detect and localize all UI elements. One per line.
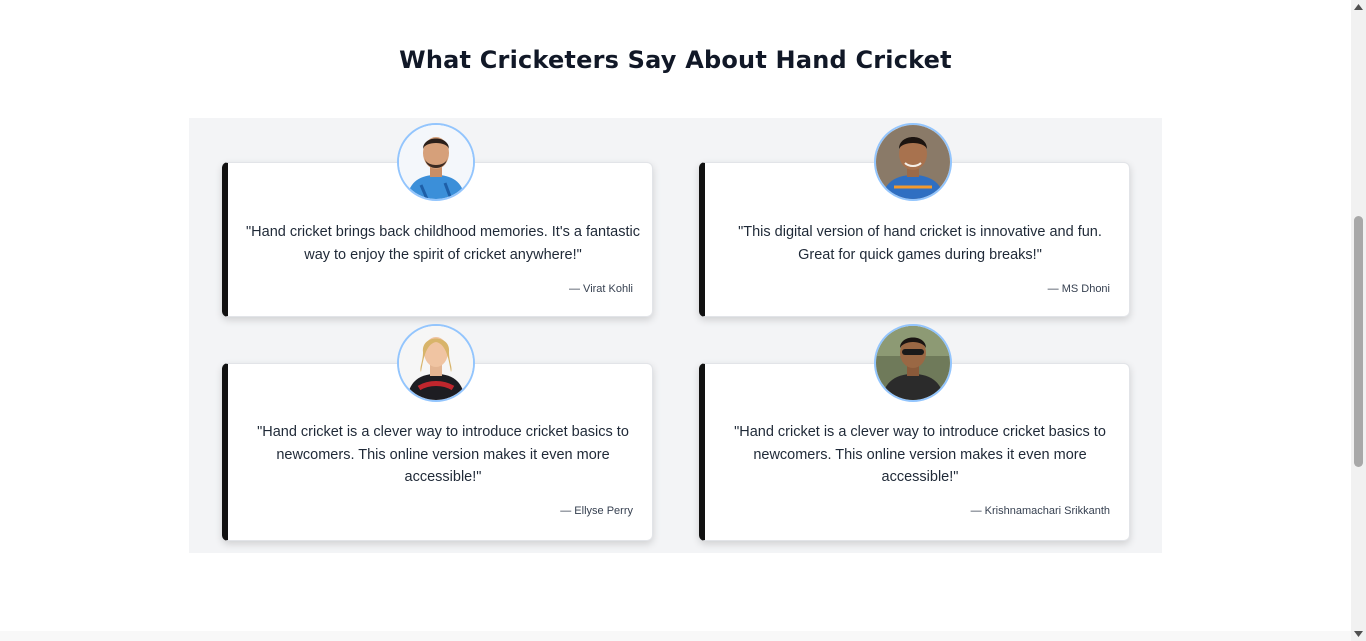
testimonial-quote: "This digital version of hand cricket is… — [738, 224, 1102, 263]
scrollbar-thumb[interactable] — [1354, 216, 1363, 467]
page-footer-edge — [0, 631, 1351, 641]
testimonial-author: — Krishnamachari Srikkanth — [970, 505, 1110, 517]
testimonial-author: — MS Dhoni — [1047, 283, 1110, 295]
testimonials-grid: "Hand cricket brings back childhood memo… — [189, 118, 1162, 553]
scroll-down-icon[interactable] — [1351, 627, 1366, 641]
page: What Cricketers Say About Hand Cricket "… — [0, 0, 1351, 641]
testimonial-quote: "Hand cricket is a clever way to introdu… — [257, 424, 629, 485]
vertical-scrollbar[interactable] — [1351, 0, 1366, 641]
section-title: What Cricketers Say About Hand Cricket — [399, 46, 952, 74]
testimonial-quote: "Hand cricket is a clever way to introdu… — [734, 424, 1106, 485]
testimonial-quote: "Hand cricket brings back childhood memo… — [246, 224, 640, 263]
testimonial-author: — Virat Kohli — [569, 283, 633, 295]
scroll-up-icon[interactable] — [1351, 0, 1366, 14]
player-photo-icon — [874, 123, 952, 201]
player-photo-icon — [397, 324, 475, 402]
player-photo-icon — [397, 123, 475, 201]
testimonial-author: — Ellyse Perry — [560, 505, 633, 517]
player-photo-icon — [874, 324, 952, 402]
